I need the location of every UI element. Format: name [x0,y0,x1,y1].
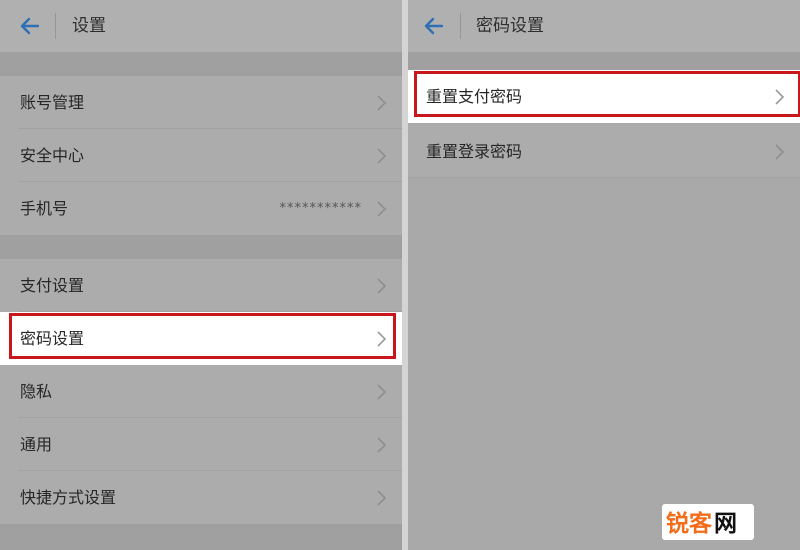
settings-screen: 设置 账号管理 安全中心 手机号 *********** 支付设置 密码设置 隐… [0,0,402,550]
chevron-right-icon [377,201,387,217]
settings-item-shortcut-settings[interactable]: 快捷方式设置 [0,471,402,524]
settings-item-general[interactable]: 通用 [0,418,402,471]
settings-item-label: 支付设置 [20,276,85,295]
header-divider [460,13,461,39]
settings-item-label: 重置登录密码 [426,142,523,161]
chevron-right-icon [377,95,387,111]
back-arrow-icon[interactable] [18,14,42,38]
settings-item-label: 安全中心 [20,146,85,165]
settings-item-label: 快捷方式设置 [20,488,117,507]
watermark-logo: 锐客 网 [662,504,754,540]
highlight-frame [9,313,396,359]
settings-item-account-management[interactable]: 账号管理 [0,76,402,129]
section-gap [0,235,402,259]
row-divider [408,177,800,178]
settings-item-phone-number[interactable]: 手机号 *********** [0,182,402,235]
watermark-logo-image: 锐客 网 [666,510,737,537]
reset-login-password-item[interactable]: 重置登录密码 [408,125,800,178]
settings-header: 设置 [0,0,402,52]
section-gap [0,52,402,76]
settings-item-privacy[interactable]: 隐私 [0,365,402,418]
masked-phone-value: *********** [279,201,362,216]
svg-text:网: 网 [714,511,737,537]
settings-item-security-center[interactable]: 安全中心 [0,129,402,182]
chevron-right-icon [377,148,387,164]
svg-text:锐客: 锐客 [666,510,713,537]
settings-item-payment-settings[interactable]: 支付设置 [0,259,402,312]
chevron-right-icon [377,384,387,400]
password-settings-screen: 密码设置 重置支付密码 重置登录密码 [408,0,800,550]
highlight-frame [414,71,800,117]
header-divider [55,13,56,39]
settings-item-label: 手机号 [20,199,69,218]
settings-item-label: 隐私 [20,382,53,401]
chevron-right-icon [775,144,785,160]
page-title: 密码设置 [476,16,544,36]
chevron-right-icon [377,437,387,453]
chevron-right-icon [377,278,387,294]
settings-item-label: 通用 [20,435,53,454]
settings-item-label: 账号管理 [20,93,85,112]
back-arrow-icon[interactable] [422,14,446,38]
page-title: 设置 [72,16,106,36]
password-settings-header: 密码设置 [408,0,800,52]
section-gap [0,524,402,550]
chevron-right-icon [377,490,387,506]
section-gap [408,52,800,70]
